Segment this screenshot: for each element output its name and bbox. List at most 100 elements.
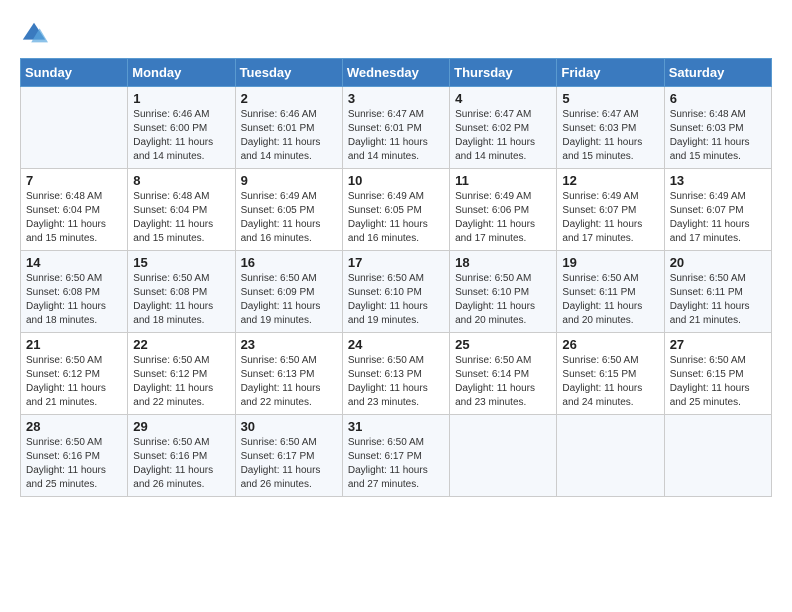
calendar-day-cell: 9 Sunrise: 6:49 AMSunset: 6:05 PMDaylight…	[235, 169, 342, 251]
day-number: 22	[133, 337, 229, 352]
day-number: 5	[562, 91, 658, 106]
weekday-header: Sunday	[21, 59, 128, 87]
calendar-day-cell: 5 Sunrise: 6:47 AMSunset: 6:03 PMDaylight…	[557, 87, 664, 169]
calendar-day-cell: 19 Sunrise: 6:50 AMSunset: 6:11 PMDayligh…	[557, 251, 664, 333]
day-number: 15	[133, 255, 229, 270]
day-number: 24	[348, 337, 444, 352]
day-number: 23	[241, 337, 337, 352]
weekday-header: Thursday	[450, 59, 557, 87]
day-number: 26	[562, 337, 658, 352]
day-info: Sunrise: 6:49 AMSunset: 6:06 PMDaylight:…	[455, 190, 551, 246]
calendar-day-cell: 14Sunrise: 6:50 AMSunset: 6:08 PMDayligh…	[21, 251, 128, 333]
day-number: 6	[670, 91, 766, 106]
calendar-day-cell: 7 Sunrise: 6:48 AMSunset: 6:04 PMDaylight…	[21, 169, 128, 251]
calendar-day-cell: 21 Sunrise: 6:50 AMSunset: 6:12 PMDayligh…	[21, 333, 128, 415]
calendar-day-cell: 1Sunrise: 6:46 AMSunset: 6:00 PMDaylight…	[128, 87, 235, 169]
day-number: 8	[133, 173, 229, 188]
calendar-day-cell: 28 Sunrise: 6:50 AMSunset: 6:16 PMDayligh…	[21, 415, 128, 497]
calendar-day-cell: 6 Sunrise: 6:48 AMSunset: 6:03 PMDaylight…	[664, 87, 771, 169]
day-info: Sunrise: 6:50 AMSunset: 6:10 PMDaylight:…	[348, 272, 444, 328]
day-number: 4	[455, 91, 551, 106]
calendar-day-cell: 8 Sunrise: 6:48 AMSunset: 6:04 PMDaylight…	[128, 169, 235, 251]
day-info: Sunrise: 6:47 AMSunset: 6:03 PMDaylight:…	[562, 108, 658, 164]
calendar-week-row: 7 Sunrise: 6:48 AMSunset: 6:04 PMDaylight…	[21, 169, 772, 251]
day-number: 19	[562, 255, 658, 270]
day-number: 20	[670, 255, 766, 270]
calendar-day-cell	[664, 415, 771, 497]
calendar-day-cell	[557, 415, 664, 497]
calendar-day-cell: 4Sunrise: 6:47 AMSunset: 6:02 PMDaylight…	[450, 87, 557, 169]
day-number: 2	[241, 91, 337, 106]
calendar-week-row: 21 Sunrise: 6:50 AMSunset: 6:12 PMDayligh…	[21, 333, 772, 415]
logo-icon	[20, 20, 48, 48]
day-info: Sunrise: 6:47 AMSunset: 6:01 PMDaylight:…	[348, 108, 444, 164]
calendar-table: SundayMondayTuesdayWednesdayThursdayFrid…	[20, 58, 772, 497]
day-number: 1	[133, 91, 229, 106]
day-info: Sunrise: 6:49 AMSunset: 6:05 PMDaylight:…	[241, 190, 337, 246]
day-info: Sunrise: 6:50 AMSunset: 6:11 PMDaylight:…	[562, 272, 658, 328]
day-info: Sunrise: 6:50 AMSunset: 6:15 PMDaylight:…	[670, 354, 766, 410]
day-info: Sunrise: 6:50 AMSunset: 6:16 PMDaylight:…	[26, 436, 122, 492]
day-number: 7	[26, 173, 122, 188]
calendar-day-cell: 24 Sunrise: 6:50 AMSunset: 6:13 PMDayligh…	[342, 333, 449, 415]
calendar-day-cell: 18 Sunrise: 6:50 AMSunset: 6:10 PMDayligh…	[450, 251, 557, 333]
day-info: Sunrise: 6:48 AMSunset: 6:03 PMDaylight:…	[670, 108, 766, 164]
day-info: Sunrise: 6:50 AMSunset: 6:10 PMDaylight:…	[455, 272, 551, 328]
calendar-day-cell: 30 Sunrise: 6:50 AMSunset: 6:17 PMDayligh…	[235, 415, 342, 497]
calendar-day-cell: 11 Sunrise: 6:49 AMSunset: 6:06 PMDayligh…	[450, 169, 557, 251]
calendar-day-cell: 16 Sunrise: 6:50 AMSunset: 6:09 PMDayligh…	[235, 251, 342, 333]
day-number: 13	[670, 173, 766, 188]
day-info: Sunrise: 6:50 AMSunset: 6:16 PMDaylight:…	[133, 436, 229, 492]
calendar-day-cell: 10 Sunrise: 6:49 AMSunset: 6:05 PMDayligh…	[342, 169, 449, 251]
day-info: Sunrise: 6:50 AMSunset: 6:12 PMDaylight:…	[26, 354, 122, 410]
calendar-body: 1Sunrise: 6:46 AMSunset: 6:00 PMDaylight…	[21, 87, 772, 497]
day-info: Sunrise: 6:49 AMSunset: 6:07 PMDaylight:…	[670, 190, 766, 246]
calendar-day-cell: 17 Sunrise: 6:50 AMSunset: 6:10 PMDayligh…	[342, 251, 449, 333]
day-info: Sunrise: 6:50 AMSunset: 6:13 PMDaylight:…	[348, 354, 444, 410]
day-info: Sunrise: 6:50 AMSunset: 6:13 PMDaylight:…	[241, 354, 337, 410]
day-info: Sunrise: 6:48 AMSunset: 6:04 PMDaylight:…	[26, 190, 122, 246]
day-info: Sunrise: 6:46 AMSunset: 6:01 PMDaylight:…	[241, 108, 337, 164]
day-number: 3	[348, 91, 444, 106]
day-info: Sunrise: 6:50 AMSunset: 6:09 PMDaylight:…	[241, 272, 337, 328]
day-info: Sunrise: 6:50 AMSunset: 6:08 PMDaylight:…	[133, 272, 229, 328]
calendar-day-cell: 15 Sunrise: 6:50 AMSunset: 6:08 PMDayligh…	[128, 251, 235, 333]
day-number: 21	[26, 337, 122, 352]
calendar-day-cell: 26 Sunrise: 6:50 AMSunset: 6:15 PMDayligh…	[557, 333, 664, 415]
day-info: Sunrise: 6:50 AMSunset: 6:17 PMDaylight:…	[241, 436, 337, 492]
day-number: 16	[241, 255, 337, 270]
day-info: Sunrise: 6:49 AMSunset: 6:07 PMDaylight:…	[562, 190, 658, 246]
calendar-header: SundayMondayTuesdayWednesdayThursdayFrid…	[21, 59, 772, 87]
day-number: 18	[455, 255, 551, 270]
day-number: 27	[670, 337, 766, 352]
weekday-header: Friday	[557, 59, 664, 87]
day-number: 25	[455, 337, 551, 352]
weekday-header: Tuesday	[235, 59, 342, 87]
day-number: 9	[241, 173, 337, 188]
calendar-day-cell: 29 Sunrise: 6:50 AMSunset: 6:16 PMDayligh…	[128, 415, 235, 497]
calendar-day-cell	[450, 415, 557, 497]
calendar-day-cell: 20 Sunrise: 6:50 AMSunset: 6:11 PMDayligh…	[664, 251, 771, 333]
calendar-day-cell: 25Sunrise: 6:50 AMSunset: 6:14 PMDayligh…	[450, 333, 557, 415]
day-number: 28	[26, 419, 122, 434]
weekday-header: Monday	[128, 59, 235, 87]
day-info: Sunrise: 6:49 AMSunset: 6:05 PMDaylight:…	[348, 190, 444, 246]
calendar-day-cell: 27 Sunrise: 6:50 AMSunset: 6:15 PMDayligh…	[664, 333, 771, 415]
calendar-day-cell: 2 Sunrise: 6:46 AMSunset: 6:01 PMDaylight…	[235, 87, 342, 169]
day-number: 17	[348, 255, 444, 270]
day-info: Sunrise: 6:50 AMSunset: 6:12 PMDaylight:…	[133, 354, 229, 410]
day-number: 10	[348, 173, 444, 188]
calendar-day-cell: 23 Sunrise: 6:50 AMSunset: 6:13 PMDayligh…	[235, 333, 342, 415]
weekday-header: Saturday	[664, 59, 771, 87]
day-number: 30	[241, 419, 337, 434]
calendar-day-cell: 13 Sunrise: 6:49 AMSunset: 6:07 PMDayligh…	[664, 169, 771, 251]
day-info: Sunrise: 6:50 AMSunset: 6:11 PMDaylight:…	[670, 272, 766, 328]
calendar-week-row: 28 Sunrise: 6:50 AMSunset: 6:16 PMDayligh…	[21, 415, 772, 497]
day-number: 29	[133, 419, 229, 434]
day-info: Sunrise: 6:48 AMSunset: 6:04 PMDaylight:…	[133, 190, 229, 246]
calendar-day-cell: 12Sunrise: 6:49 AMSunset: 6:07 PMDayligh…	[557, 169, 664, 251]
day-number: 11	[455, 173, 551, 188]
calendar-day-cell: 3 Sunrise: 6:47 AMSunset: 6:01 PMDaylight…	[342, 87, 449, 169]
calendar-day-cell: 31Sunrise: 6:50 AMSunset: 6:17 PMDayligh…	[342, 415, 449, 497]
day-info: Sunrise: 6:50 AMSunset: 6:15 PMDaylight:…	[562, 354, 658, 410]
